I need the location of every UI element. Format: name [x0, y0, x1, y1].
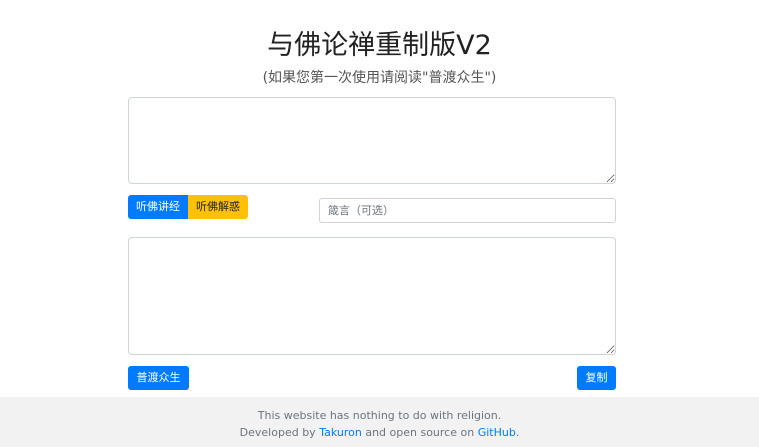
source-text-input[interactable]	[128, 97, 616, 184]
author-link[interactable]: Takuron	[319, 426, 362, 439]
listen-resolve-button[interactable]: 听佛解惑	[188, 195, 248, 219]
keyword-input[interactable]	[319, 198, 616, 223]
page: 与佛论禅重制版V2 (如果您第一次使用请阅读"普渡众生") 听佛讲经 听佛解惑 …	[0, 0, 759, 447]
footer-credits-middle: and open source on	[361, 426, 478, 439]
footer-credits-suffix: .	[515, 426, 520, 439]
listen-sutra-button[interactable]: 听佛讲经	[128, 195, 188, 219]
page-subtitle: (如果您第一次使用请阅读"普渡众生")	[262, 70, 497, 86]
footer-credits-prefix: Developed by	[239, 426, 320, 439]
github-link[interactable]: GitHub	[478, 426, 516, 439]
footer-disclaimer: This website has nothing to do with reli…	[257, 409, 502, 422]
guide-button[interactable]: 普渡众生	[128, 366, 189, 390]
mode-button-group: 听佛讲经 听佛解惑	[128, 195, 248, 219]
page-title: 与佛论禅重制版V2	[267, 30, 492, 61]
footer: This website has nothing to do with reli…	[0, 397, 759, 447]
footer-credits: Developed by Takuron and open source on …	[0, 424, 759, 441]
copy-button[interactable]: 复制	[577, 366, 616, 390]
result-text-output[interactable]	[128, 237, 616, 355]
